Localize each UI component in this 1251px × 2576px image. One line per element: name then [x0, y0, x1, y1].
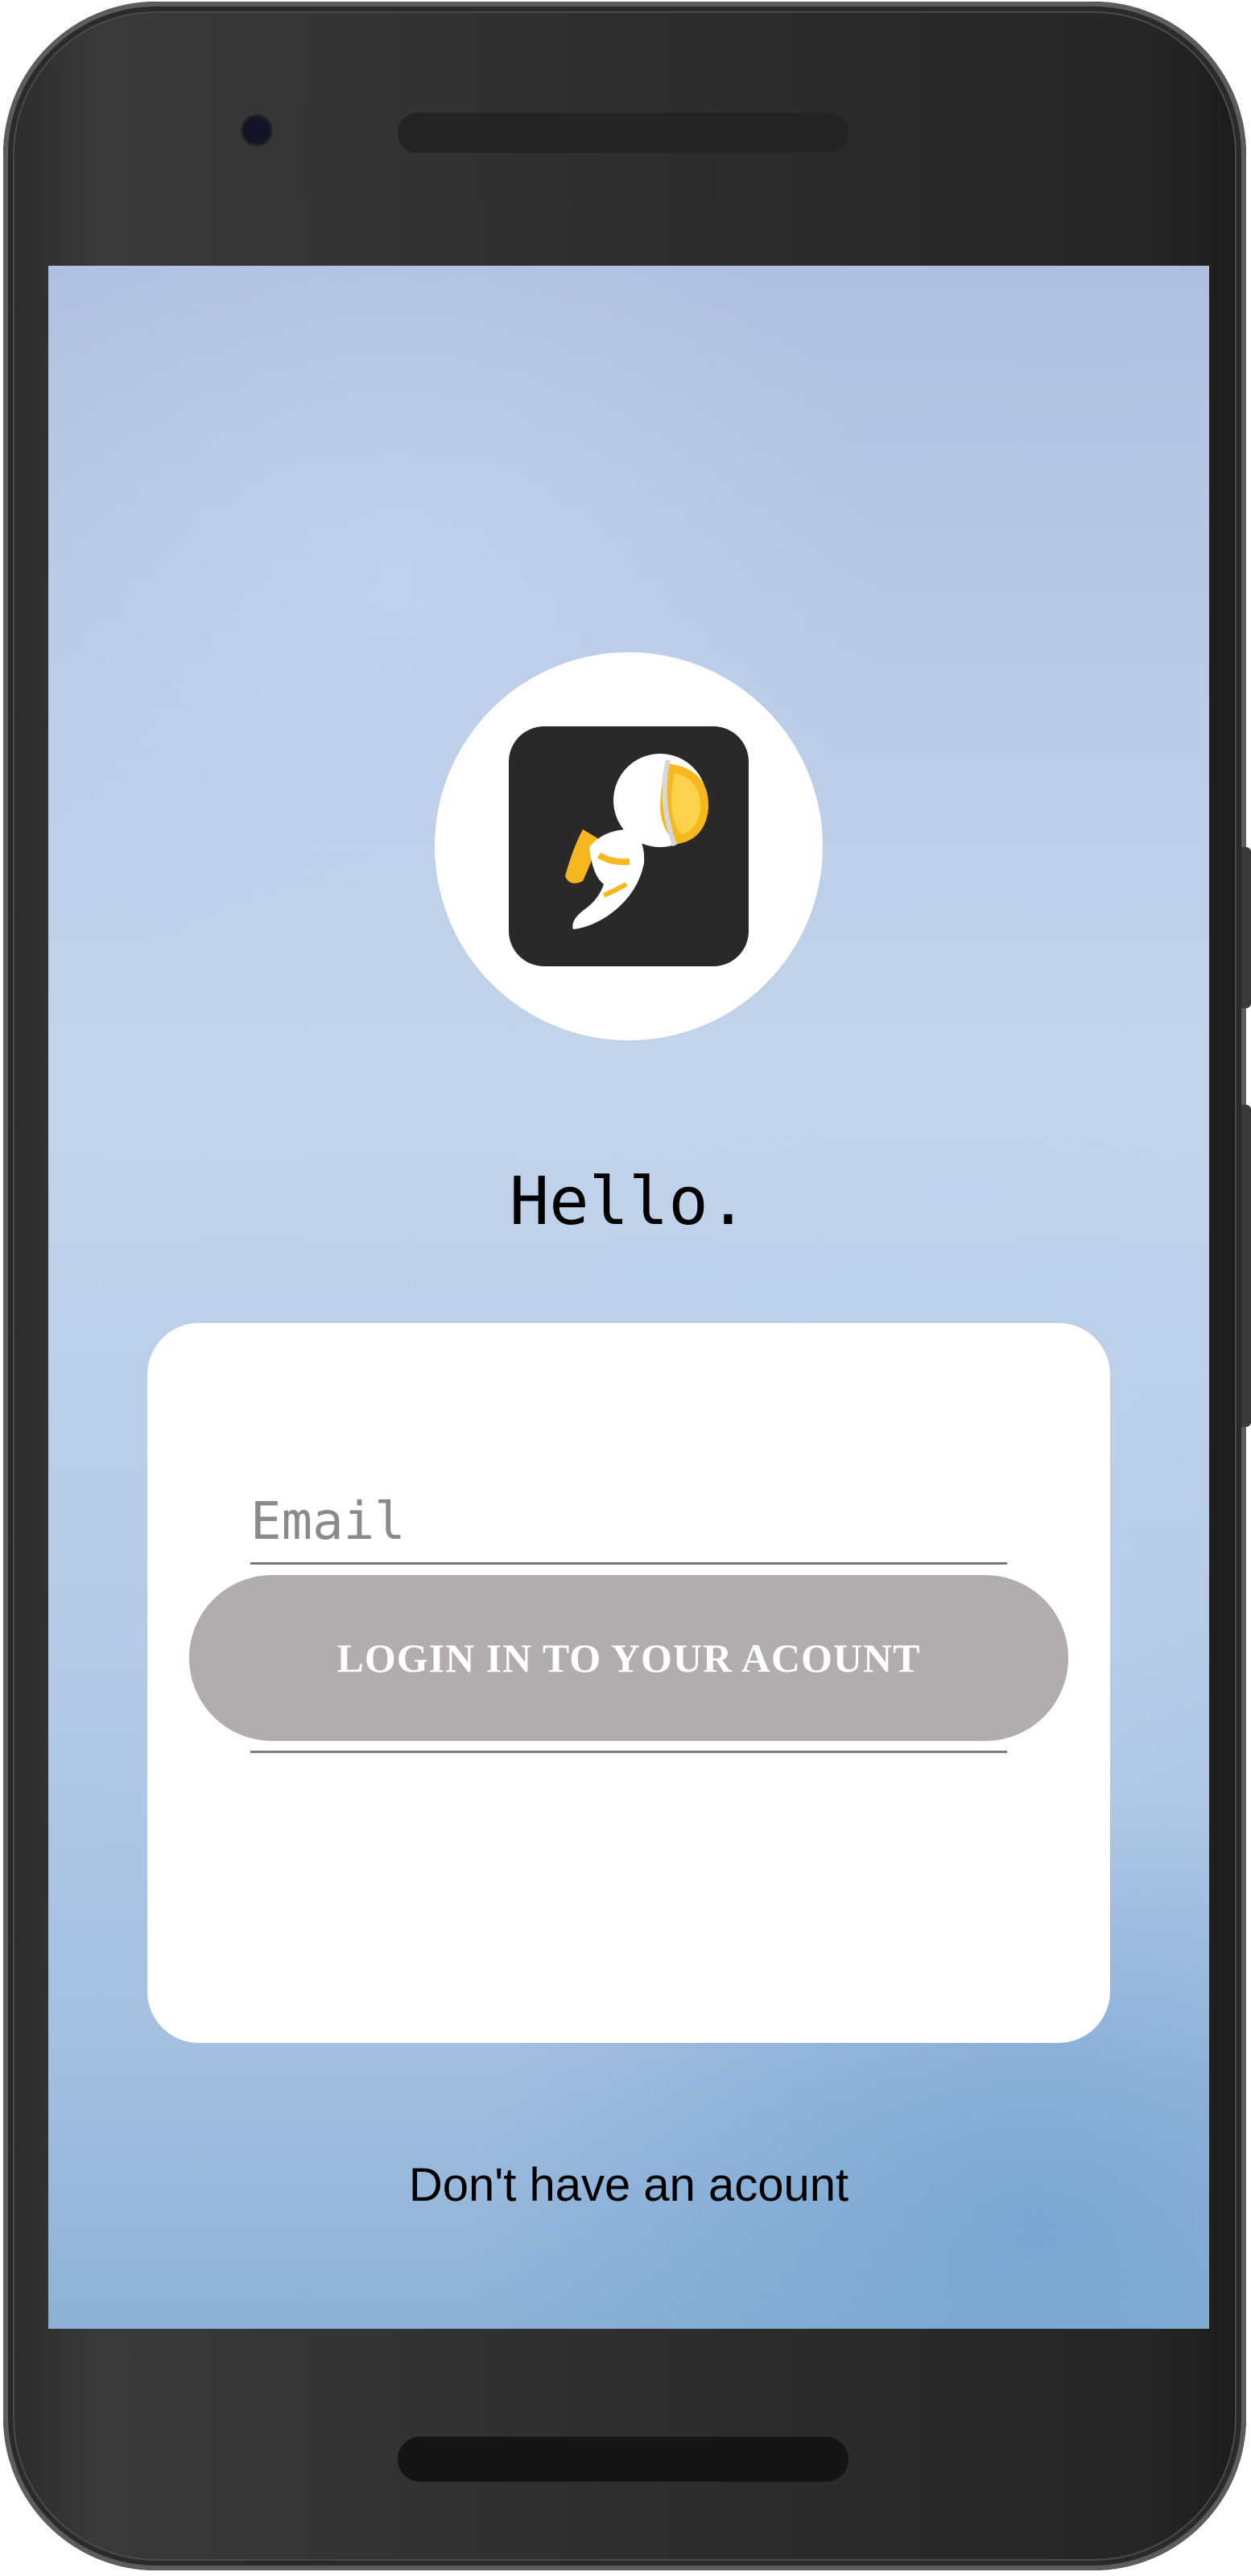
bottom-speaker [398, 2437, 848, 2482]
volume-button [1241, 1105, 1251, 1427]
login-button[interactable]: LOGIN IN TO YOUR ACOUNT [189, 1575, 1068, 1741]
astronaut-jetpack-icon [509, 726, 749, 966]
earpiece-speaker [398, 113, 848, 153]
greeting-heading: Hello. [509, 1164, 749, 1240]
app-screen: Hello. LOGIN IN TO YOUR ACOUNT Don't hav… [48, 266, 1209, 2329]
login-card: LOGIN IN TO YOUR ACOUNT [147, 1323, 1110, 2043]
power-button [1241, 847, 1251, 1008]
front-camera [243, 117, 270, 144]
signup-link[interactable]: Don't have an acount [48, 2158, 1209, 2212]
phone-frame: Hello. LOGIN IN TO YOUR ACOUNT Don't hav… [3, 2, 1251, 2570]
email-field[interactable] [250, 1484, 1007, 1565]
